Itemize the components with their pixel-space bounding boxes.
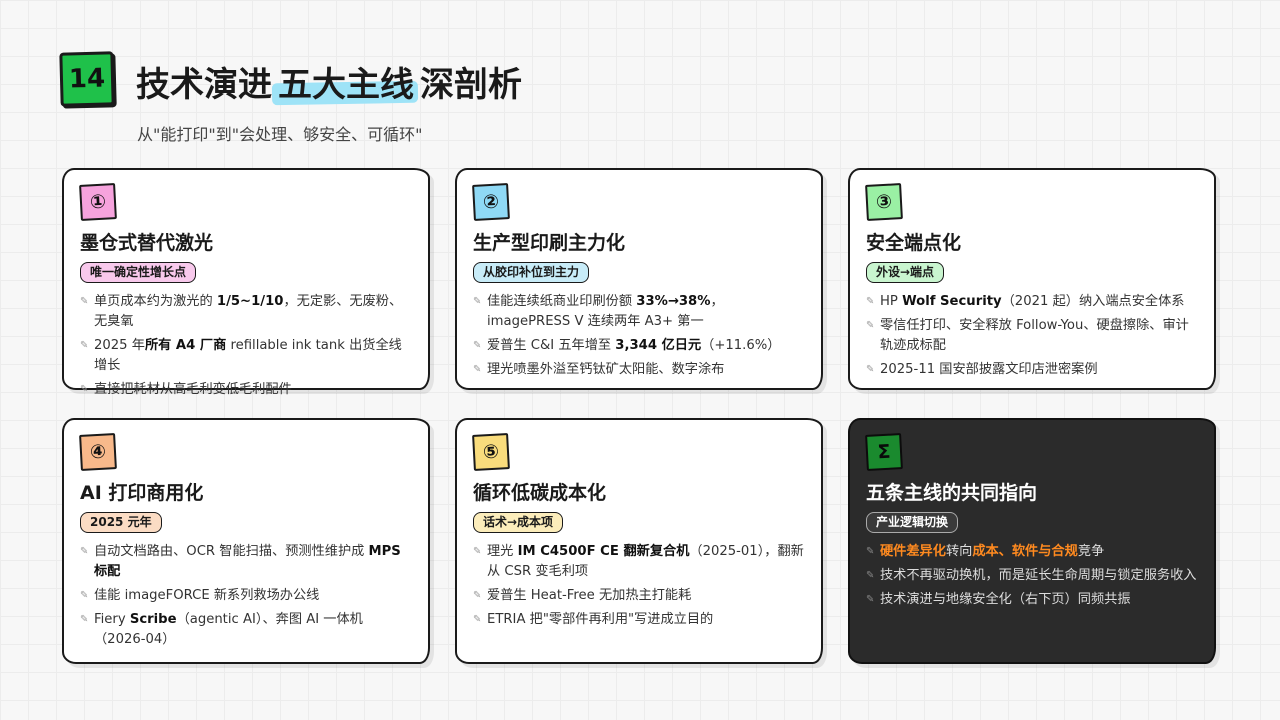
bullet-item: 理光 IM C4500F CE 翻新复合机（2025-01），翻新从 CSR 变… [473,542,805,582]
card-endpoint-security: ③ 安全端点化外设→端点 HP Wolf Security（2021 起）纳入端点安… [848,168,1216,390]
bullet-text: 零信任打印、安全释放 Follow-You、硬盘擦除、审计轨迹成标配 [880,318,1189,353]
bullet-text: 爱普生 C&I 五年增至 [487,338,616,353]
bullet-emphasis: 成本、软件与合规 [972,544,1078,559]
bullet-item: 自动文档路由、OCR 智能扫描、预测性维护成 MPS 标配 [80,542,412,582]
bullet-item: HP Wolf Security（2021 起）纳入端点安全体系 [866,292,1198,312]
title-highlight: 五大主线 [278,57,414,106]
card-tag: 唯一确定性增长点 [80,262,197,283]
bullet-text: HP [880,294,903,309]
bullet-text: 技术不再驱动换机，而是延长生命周期与锁定服务收入 [880,568,1197,583]
bullet-emphasis: 33%→38% [636,294,711,309]
card-bullet-list: 单页成本约为激光的 1/5~1/10，无定影、无废粉、无臭氧2025 年所有 A… [80,292,412,400]
bullet-emphasis: Wolf Security [902,294,1002,309]
card-bullet-list: 自动文档路由、OCR 智能扫描、预测性维护成 MPS 标配佳能 imageFOR… [80,542,412,650]
bullet-item: 爱普生 Heat-Free 无加热主打能耗 [473,586,805,606]
card-bullet-list: 理光 IM C4500F CE 翻新复合机（2025-01），翻新从 CSR 变… [473,542,805,630]
bullet-emphasis: IM C4500F CE 翻新复合机 [517,544,690,559]
page-title: 技术演进 五大主线 深剖析 [136,57,522,106]
card-number-badge: ① [79,183,117,221]
bullet-text: 佳能 imageFORCE 新系列救场办公线 [94,588,320,603]
bullet-text: 直接把耗材从高毛利变低毛利配件 [94,382,292,397]
bullet-emphasis: 所有 A4 厂商 [144,338,227,353]
card-title: 五条主线的共同指向 [866,482,1038,504]
bullet-item: 硬件差异化转向成本、软件与合规竞争 [866,542,1198,562]
bullet-text: 理光喷墨外溢至钙钛矿太阳能、数字涂布 [487,362,725,377]
card-title: 生产型印刷主力化 [473,232,626,254]
bullet-text: （2021 起）纳入端点安全体系 [1001,294,1185,309]
card-tag: 2025 元年 [80,512,162,533]
card-tag: 从胶印补位到主力 [473,262,590,283]
bullet-emphasis: Scribe [129,612,177,627]
card-bullet-list: 硬件差异化转向成本、软件与合规竞争技术不再驱动换机，而是延长生命周期与锁定服务收… [866,542,1198,610]
card-number-badge: ③ [865,183,903,221]
page-number-badge: 14 [59,51,115,107]
bullet-item: 技术演进与地缘安全化（右下页）同频共振 [866,590,1198,610]
card-summary: Σ 五条主线的共同指向产业逻辑切换硬件差异化转向成本、软件与合规竞争技术不再驱动换… [848,418,1216,664]
card-bullet-list: 佳能连续纸商业印刷份额 33%→38%，imagePRESS V 连续两年 A3… [473,292,805,380]
bullet-item: ETRIA 把"零部件再利用"写进成立目的 [473,610,805,630]
card-circular-lowcarbon: ⑤ 循环低碳成本化话术→成本项理光 IM C4500F CE 翻新复合机（2025… [455,418,823,664]
card-production-print: ② 生产型印刷主力化从胶印补位到主力佳能连续纸商业印刷份额 33%→38%，ima… [455,168,823,390]
bullet-item: 2025-11 国安部披露文印店泄密案例 [866,360,1198,380]
bullet-item: 单页成本约为激光的 1/5~1/10，无定影、无废粉、无臭氧 [80,292,412,332]
card-ink-tank: ① 墨仓式替代激光唯一确定性增长点单页成本约为激光的 1/5~1/10，无定影、无… [62,168,430,400]
bullet-emphasis: 硬件差异化 [880,544,946,559]
bullet-text: 自动文档路由、OCR 智能扫描、预测性维护成 [94,544,369,559]
card-number-badge: ⑤ [472,433,510,471]
bullet-emphasis: 3,344 亿日元 [615,338,702,353]
card-number-badge: ② [472,183,510,221]
title-part-1: 技术演进 [136,64,272,105]
card-title: 墨仓式替代激光 [80,232,214,254]
bullet-text: 爱普生 Heat-Free 无加热主打能耗 [487,588,692,603]
bullet-item: Fiery Scribe（agentic AI）、奔图 AI 一体机（2026-… [80,610,412,650]
page-subtitle: 从"能打印"到"会处理、够安全、可循环" [137,125,423,144]
bullet-text: 竞争 [1077,544,1105,559]
bullet-text: 技术演进与地缘安全化（右下页）同频共振 [880,592,1131,607]
bullet-item: 零信任打印、安全释放 Follow-You、硬盘擦除、审计轨迹成标配 [866,316,1198,356]
bullet-text: 转向 [945,544,973,559]
card-number-badge: ④ [79,433,117,471]
card-title: 安全端点化 [866,232,962,254]
card-tag: 外设→端点 [866,262,945,283]
bullet-item: 2025 年所有 A4 厂商 refillable ink tank 出货全线增… [80,336,412,376]
bullet-item: 技术不再驱动换机，而是延长生命周期与锁定服务收入 [866,566,1198,586]
bullet-item: 直接把耗材从高毛利变低毛利配件 [80,380,412,400]
bullet-item: 佳能 imageFORCE 新系列救场办公线 [80,586,412,606]
title-part-3: 深剖析 [420,64,522,105]
card-title: AI 打印商用化 [80,482,204,504]
card-bullet-list: HP Wolf Security（2021 起）纳入端点安全体系零信任打印、安全… [866,292,1198,380]
bullet-item: 佳能连续纸商业印刷份额 33%→38%，imagePRESS V 连续两年 A3… [473,292,805,332]
bullet-text: 2025-11 国安部披露文印店泄密案例 [880,362,1098,377]
bullet-text: （+11.6%） [701,338,781,353]
card-number-badge: Σ [865,433,903,471]
bullet-text: 单页成本约为激光的 [94,294,217,309]
bullet-text: 佳能连续纸商业印刷份额 [487,294,637,309]
bullet-item: 爱普生 C&I 五年增至 3,344 亿日元（+11.6%） [473,336,805,356]
card-tag: 话术→成本项 [473,512,564,533]
card-tag: 产业逻辑切换 [866,512,959,533]
title-part-2: 五大主线 [278,64,414,105]
bullet-text: 2025 年 [94,338,145,353]
bullet-text: Fiery [94,612,130,627]
card-ai-printing: ④ AI 打印商用化 2025 元年自动文档路由、OCR 智能扫描、预测性维护成 M… [62,418,430,664]
bullet-item: 理光喷墨外溢至钙钛矿太阳能、数字涂布 [473,360,805,380]
page-number: 14 [68,63,106,95]
card-title: 循环低碳成本化 [473,482,607,504]
bullet-text: ETRIA 把"零部件再利用"写进成立目的 [487,612,714,627]
bullet-emphasis: 1/5~1/10 [216,294,284,309]
bullet-text: 理光 [487,544,518,559]
